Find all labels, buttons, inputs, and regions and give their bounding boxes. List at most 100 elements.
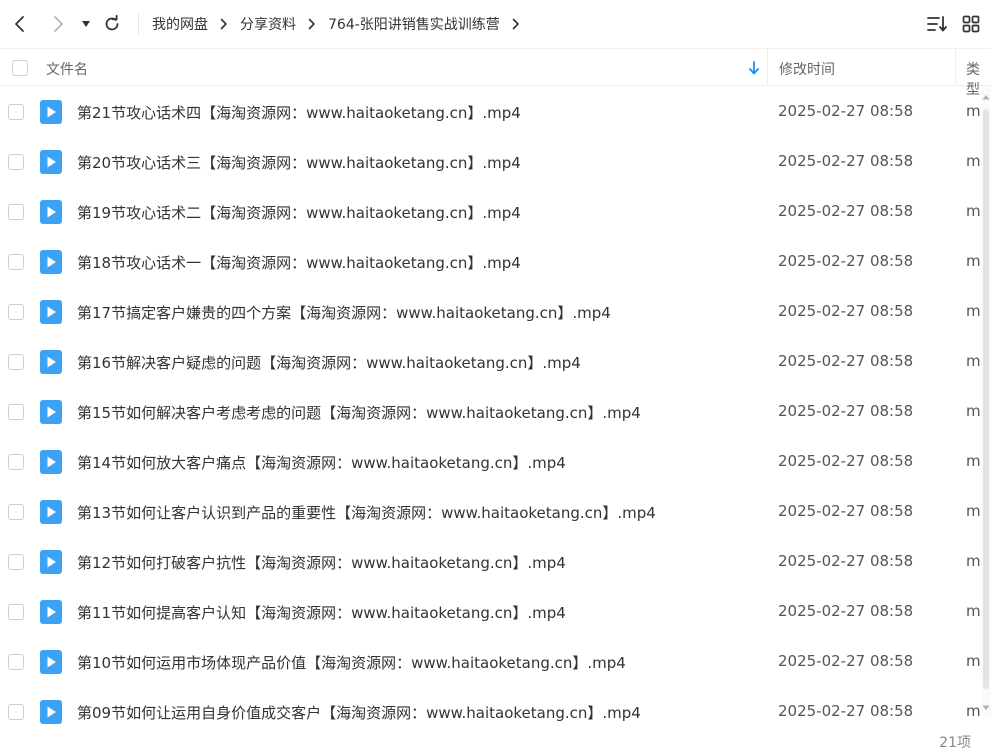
row-checkbox[interactable] xyxy=(8,354,24,370)
file-row[interactable]: 第11节如何提高客户认知【海淘资源网：www.haitaoketang.cn】.… xyxy=(0,587,981,637)
file-type: mp4 xyxy=(966,702,981,720)
file-name[interactable]: 第09节如何让运用自身价值成交客户【海淘资源网：www.haitaoketang… xyxy=(77,702,641,723)
column-divider[interactable] xyxy=(955,49,956,86)
file-modified-time: 2025-02-27 08:58 xyxy=(778,352,914,370)
breadcrumb-item-current-folder[interactable]: 764-张阳讲销售实战训练营 xyxy=(328,14,500,34)
column-divider[interactable] xyxy=(767,49,768,86)
scrollbar-thumb[interactable] xyxy=(983,109,989,689)
file-row[interactable]: 第12节如何打破客户抗性【海淘资源网：www.haitaoketang.cn】.… xyxy=(0,537,981,587)
file-modified-time: 2025-02-27 08:58 xyxy=(778,252,914,270)
file-row[interactable]: 第09节如何让运用自身价值成交客户【海淘资源网：www.haitaoketang… xyxy=(0,687,981,724)
file-type: mp4 xyxy=(966,452,981,470)
breadcrumb-item-my-drive[interactable]: 我的网盘 xyxy=(152,14,208,34)
file-modified-time: 2025-02-27 08:58 xyxy=(778,302,914,320)
file-modified-time: 2025-02-27 08:58 xyxy=(778,402,914,420)
file-type: mp4 xyxy=(966,252,981,270)
file-name[interactable]: 第20节攻心话术三【海淘资源网：www.haitaoketang.cn】.mp4 xyxy=(77,152,521,173)
file-type: mp4 xyxy=(966,302,981,320)
video-file-icon xyxy=(40,700,62,724)
scroll-up-arrow-icon[interactable] xyxy=(982,93,990,101)
file-row[interactable]: 第19节攻心话术二【海淘资源网：www.haitaoketang.cn】.mp4… xyxy=(0,187,981,237)
file-row[interactable]: 第13节如何让客户认识到产品的重要性【海淘资源网：www.haitaoketan… xyxy=(0,487,981,537)
toolbar-divider xyxy=(138,14,139,34)
row-checkbox[interactable] xyxy=(8,154,24,170)
video-file-icon xyxy=(40,500,62,524)
back-button[interactable] xyxy=(8,12,32,36)
file-modified-time: 2025-02-27 08:58 xyxy=(778,102,914,120)
file-row[interactable]: 第15节如何解决客户考虑考虑的问题【海淘资源网：www.haitaoketang… xyxy=(0,387,981,437)
row-checkbox[interactable] xyxy=(8,304,24,320)
file-name[interactable]: 第13节如何让客户认识到产品的重要性【海淘资源网：www.haitaoketan… xyxy=(77,502,656,523)
video-file-icon xyxy=(40,150,62,174)
file-name[interactable]: 第19节攻心话术二【海淘资源网：www.haitaoketang.cn】.mp4 xyxy=(77,202,521,223)
video-file-icon xyxy=(40,300,62,324)
file-name[interactable]: 第10节如何运用市场体现产品价值【海淘资源网：www.haitaoketang.… xyxy=(77,652,626,673)
row-checkbox[interactable] xyxy=(8,604,24,620)
file-modified-time: 2025-02-27 08:58 xyxy=(778,602,914,620)
file-type: mp4 xyxy=(966,352,981,370)
vertical-scrollbar[interactable] xyxy=(981,87,991,717)
file-name[interactable]: 第11节如何提高客户认知【海淘资源网：www.haitaoketang.cn】.… xyxy=(77,602,566,623)
file-modified-time: 2025-02-27 08:58 xyxy=(778,652,914,670)
column-header-name[interactable]: 文件名 xyxy=(46,59,88,79)
view-toggle-button[interactable] xyxy=(959,12,983,36)
breadcrumb: 我的网盘 分享资料 764-张阳讲销售实战训练营 xyxy=(152,13,532,35)
video-file-icon xyxy=(40,600,62,624)
file-modified-time: 2025-02-27 08:58 xyxy=(778,702,914,720)
forward-button[interactable] xyxy=(46,12,70,36)
file-modified-time: 2025-02-27 08:58 xyxy=(778,502,914,520)
file-row[interactable]: 第17节搞定客户嫌贵的四个方案【海淘资源网：www.haitaoketang.c… xyxy=(0,287,981,337)
scroll-down-arrow-icon[interactable] xyxy=(982,704,990,712)
file-row[interactable]: 第14节如何放大客户痛点【海淘资源网：www.haitaoketang.cn】.… xyxy=(0,437,981,487)
sort-down-arrow-icon[interactable] xyxy=(747,60,761,76)
file-name[interactable]: 第12节如何打破客户抗性【海淘资源网：www.haitaoketang.cn】.… xyxy=(77,552,566,573)
file-row[interactable]: 第20节攻心话术三【海淘资源网：www.haitaoketang.cn】.mp4… xyxy=(0,137,981,187)
row-checkbox[interactable] xyxy=(8,204,24,220)
file-type: mp4 xyxy=(966,602,981,620)
file-type: mp4 xyxy=(966,152,981,170)
file-type: mp4 xyxy=(966,102,981,120)
column-header-modified-time[interactable]: 修改时间 xyxy=(779,59,835,79)
row-checkbox[interactable] xyxy=(8,104,24,120)
file-type: mp4 xyxy=(966,652,981,670)
row-checkbox[interactable] xyxy=(8,554,24,570)
sort-button[interactable] xyxy=(925,12,949,36)
file-type: mp4 xyxy=(966,402,981,420)
file-name[interactable]: 第21节攻心话术四【海淘资源网：www.haitaoketang.cn】.mp4 xyxy=(77,102,521,123)
refresh-button[interactable] xyxy=(100,12,124,36)
row-checkbox[interactable] xyxy=(8,254,24,270)
file-name[interactable]: 第18节攻心话术一【海淘资源网：www.haitaoketang.cn】.mp4 xyxy=(77,252,521,273)
select-all-checkbox[interactable] xyxy=(12,60,28,76)
file-row[interactable]: 第21节攻心话术四【海淘资源网：www.haitaoketang.cn】.mp4… xyxy=(0,87,981,137)
breadcrumb-separator-icon xyxy=(218,17,230,31)
breadcrumb-item-shared[interactable]: 分享资料 xyxy=(240,14,296,34)
file-name[interactable]: 第16节解决客户疑虑的问题【海淘资源网：www.haitaoketang.cn】… xyxy=(77,352,581,373)
file-name[interactable]: 第14节如何放大客户痛点【海淘资源网：www.haitaoketang.cn】.… xyxy=(77,452,566,473)
file-row[interactable]: 第10节如何运用市场体现产品价值【海淘资源网：www.haitaoketang.… xyxy=(0,637,981,687)
table-header: 文件名 修改时间 类型 xyxy=(0,48,991,98)
sort-list-icon xyxy=(927,16,947,32)
caret-down-icon xyxy=(82,21,90,27)
file-row[interactable]: 第16节解决客户疑虑的问题【海淘资源网：www.haitaoketang.cn】… xyxy=(0,337,981,387)
breadcrumb-expand-icon[interactable] xyxy=(510,17,522,31)
file-modified-time: 2025-02-27 08:58 xyxy=(778,552,914,570)
row-checkbox[interactable] xyxy=(8,704,24,720)
row-checkbox[interactable] xyxy=(8,654,24,670)
video-file-icon xyxy=(40,350,62,374)
file-row[interactable]: 第18节攻心话术一【海淘资源网：www.haitaoketang.cn】.mp4… xyxy=(0,237,981,287)
history-dropdown-button[interactable] xyxy=(76,12,96,36)
top-bar: 我的网盘 分享资料 764-张阳讲销售实战训练营 xyxy=(0,0,991,48)
row-checkbox[interactable] xyxy=(8,504,24,520)
item-count: 21项 xyxy=(939,735,971,751)
video-file-icon xyxy=(40,100,62,124)
video-file-icon xyxy=(40,200,62,224)
refresh-icon xyxy=(105,15,119,31)
file-modified-time: 2025-02-27 08:58 xyxy=(778,452,914,470)
grid-view-icon xyxy=(962,15,980,33)
row-checkbox[interactable] xyxy=(8,454,24,470)
file-name[interactable]: 第15节如何解决客户考虑考虑的问题【海淘资源网：www.haitaoketang… xyxy=(77,402,641,423)
file-name[interactable]: 第17节搞定客户嫌贵的四个方案【海淘资源网：www.haitaoketang.c… xyxy=(77,302,611,323)
row-checkbox[interactable] xyxy=(8,404,24,420)
chevron-right-icon xyxy=(54,16,63,32)
file-modified-time: 2025-02-27 08:58 xyxy=(778,202,914,220)
